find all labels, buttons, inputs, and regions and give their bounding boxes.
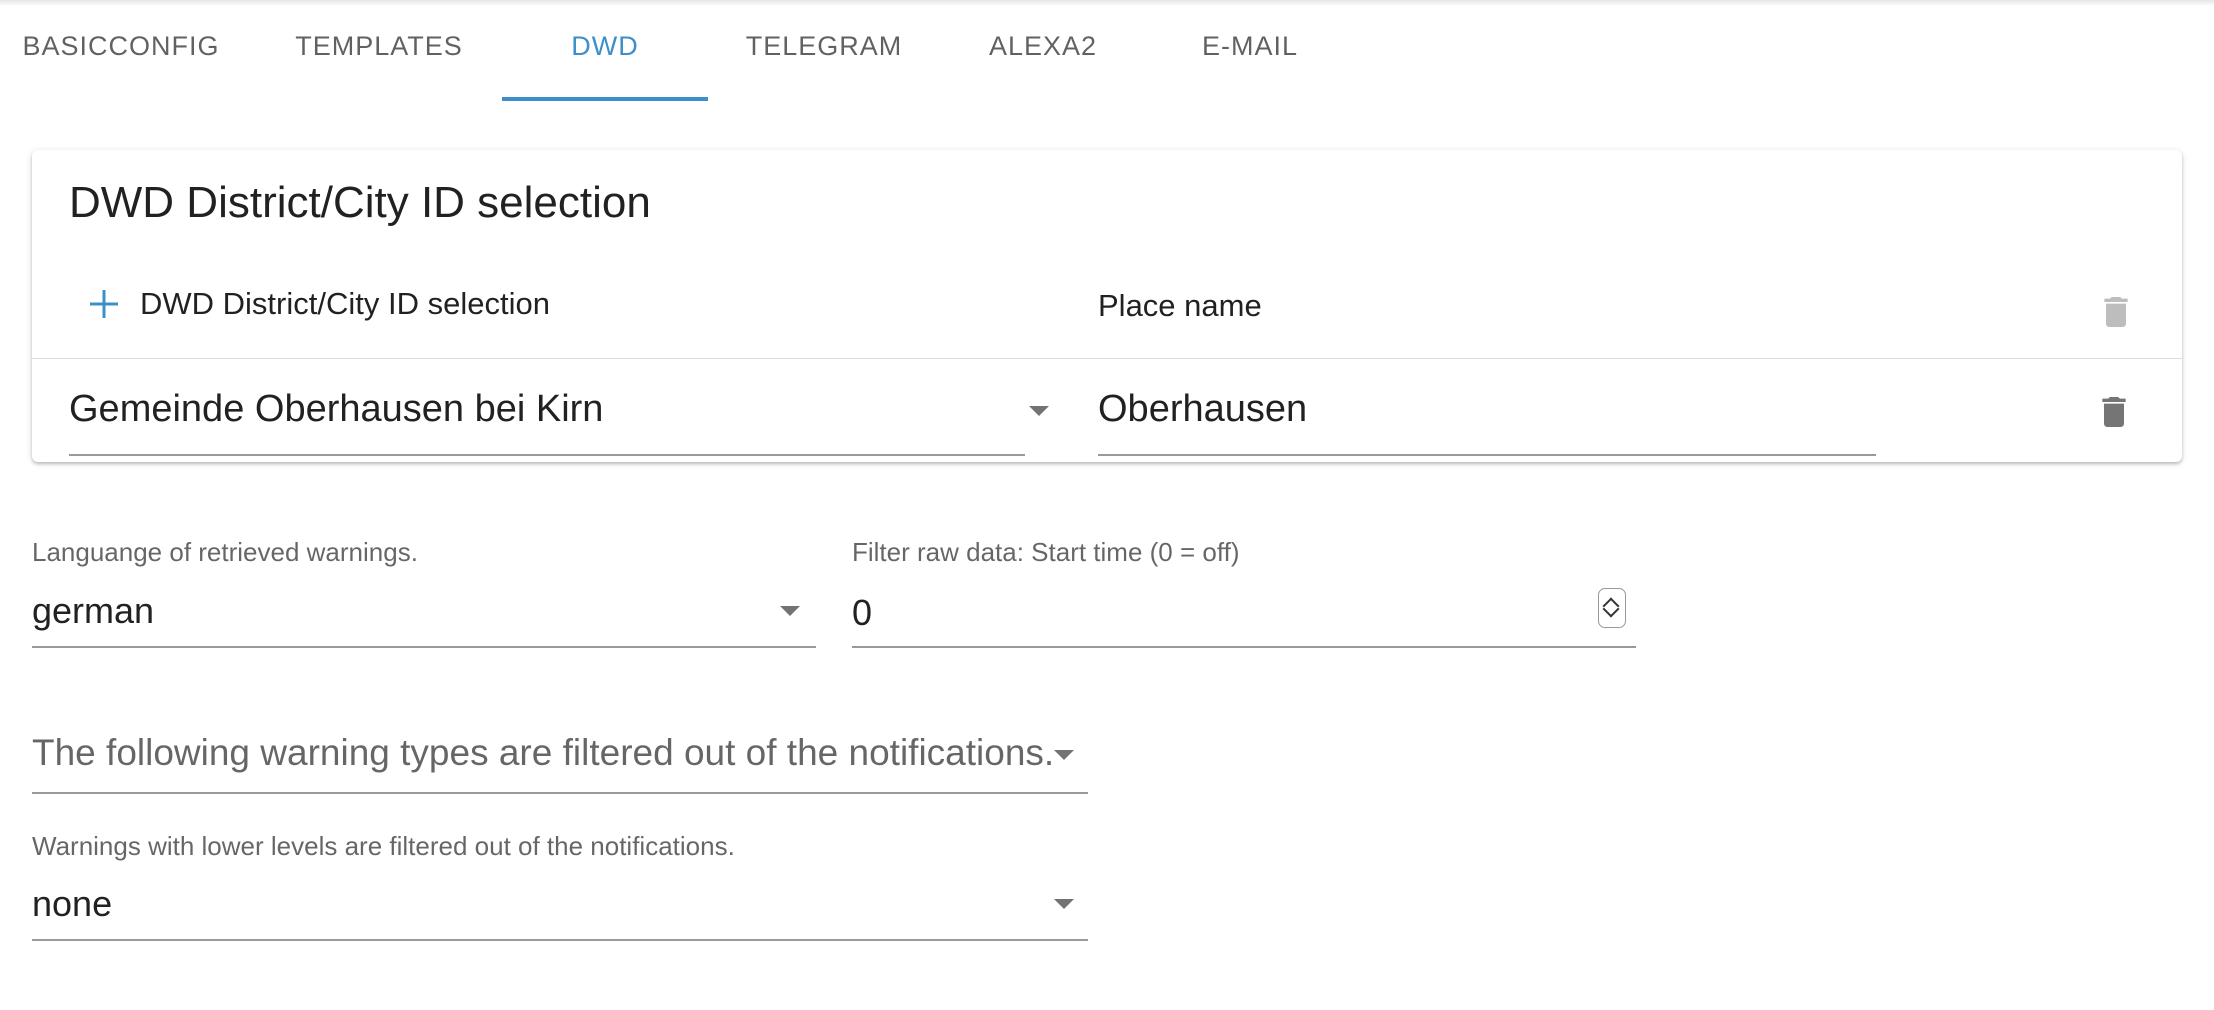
column-header-place: Place name	[1098, 288, 1262, 323]
warning-level-label: Warnings with lower levels are filtered …	[32, 831, 735, 861]
district-select[interactable]: Gemeinde Oberhausen bei Kirn	[69, 380, 1049, 456]
filter-start-input[interactable]: 0	[852, 580, 1636, 648]
delete-row-button[interactable]	[2094, 390, 2134, 434]
trash-icon	[2102, 397, 2126, 427]
district-select-value: Gemeinde Oberhausen bei Kirn	[69, 388, 604, 430]
filter-start-value: 0	[852, 592, 873, 633]
place-name-input[interactable]: Oberhausen	[1098, 380, 1876, 456]
active-tab-indicator	[502, 97, 708, 101]
table-title: DWD District/City ID selection	[69, 178, 651, 227]
place-name-value: Oberhausen	[1098, 388, 1308, 430]
warning-types-select[interactable]: The following warning types are filtered…	[32, 722, 1088, 794]
chevron-down-icon	[1054, 750, 1074, 760]
tab-basicconfig[interactable]: BASICCONFIG	[0, 0, 242, 102]
language-select[interactable]: german	[32, 580, 816, 648]
tab-telegram[interactable]: TELEGRAM	[718, 0, 930, 102]
tab-bar: BASICCONFIG TEMPLATES DWD TELEGRAM ALEXA…	[0, 0, 2214, 102]
filter-start-label: Filter raw data: Start time (0 = off)	[852, 537, 1240, 567]
tab-email[interactable]: E-MAIL	[1150, 0, 1350, 102]
tab-templates[interactable]: TEMPLATES	[262, 0, 496, 102]
tab-dwd[interactable]: DWD	[502, 0, 708, 102]
row-divider	[32, 358, 2182, 359]
language-label: Languange of retrieved warnings.	[32, 537, 418, 567]
tab-alexa2[interactable]: ALEXA2	[946, 0, 1140, 102]
column-header-district: DWD District/City ID selection	[140, 286, 550, 321]
language-select-value: german	[32, 590, 155, 631]
number-stepper[interactable]	[1598, 588, 1626, 628]
warning-types-placeholder: The following warning types are filtered…	[32, 732, 1055, 773]
warning-level-value: none	[32, 883, 113, 924]
plus-icon-graphic	[90, 290, 118, 318]
chevron-down-icon	[1029, 406, 1049, 416]
chevron-down-icon	[780, 606, 800, 616]
chevron-down-icon	[1054, 899, 1074, 909]
trash-icon	[2104, 297, 2128, 327]
delete-all-icon	[2096, 292, 2136, 332]
warning-level-select[interactable]: none	[32, 873, 1088, 941]
plus-icon[interactable]	[84, 284, 124, 324]
district-table-card: DWD District/City ID selection DWD Distr…	[32, 150, 2182, 462]
